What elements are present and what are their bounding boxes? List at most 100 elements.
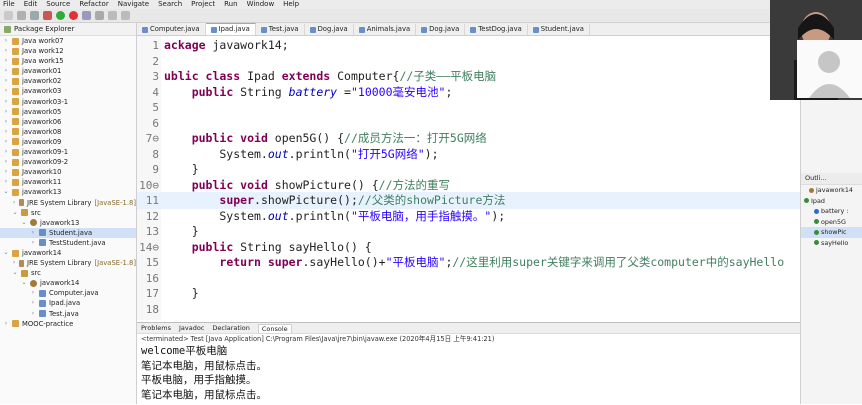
nav-forward-icon[interactable] xyxy=(121,11,130,20)
outline-item[interactable]: showPic xyxy=(801,227,862,238)
expand-arrow-icon[interactable]: ⌄ xyxy=(3,187,9,197)
code-line[interactable]: 4 public String battery ="10000毫安电池"; xyxy=(137,84,800,101)
code-line[interactable]: 16 xyxy=(137,270,800,287)
outline-item[interactable]: Ipad xyxy=(801,196,862,207)
collapse-arrow-icon[interactable]: › xyxy=(3,76,9,86)
panel-tab-declaration[interactable]: Declaration xyxy=(212,324,249,332)
collapse-arrow-icon[interactable]: › xyxy=(3,117,9,127)
outline-item[interactable]: javawork14 xyxy=(801,185,862,196)
tree-item[interactable]: › Java work15 xyxy=(0,56,136,66)
panel-tab-javadoc[interactable]: Javadoc xyxy=(179,324,204,332)
menu-navigate[interactable]: Navigate xyxy=(118,0,149,9)
collapse-arrow-icon[interactable]: › xyxy=(30,288,36,298)
code-line[interactable]: 14⊖ public String sayHello() { xyxy=(137,239,800,256)
panel-tab-console[interactable]: Console xyxy=(257,323,292,333)
collapse-arrow-icon[interactable]: › xyxy=(3,56,9,66)
code-line[interactable]: 18 xyxy=(137,301,800,318)
collapse-arrow-icon[interactable]: › xyxy=(3,157,9,167)
menu-refactor[interactable]: Refactor xyxy=(79,0,108,9)
tree-item[interactable]: › MOOC-practice xyxy=(0,319,136,329)
editor-tab[interactable]: Computer.java xyxy=(137,24,206,35)
tree-item[interactable]: › Java work12 xyxy=(0,46,136,56)
code-line[interactable]: 11 super.showPicture();//父类的showPicture方… xyxy=(137,192,800,209)
tree-item[interactable]: › javawork01 xyxy=(0,66,136,76)
tree-item[interactable]: ⌄ src xyxy=(0,208,136,218)
code-line[interactable]: 8 System.out.println("打开5G网络"); xyxy=(137,146,800,163)
collapse-arrow-icon[interactable]: › xyxy=(3,167,9,177)
run-icon[interactable] xyxy=(56,11,65,20)
tree-item[interactable]: › javawork09-2 xyxy=(0,157,136,167)
editor-tab[interactable]: Animals.java xyxy=(354,24,417,35)
code-editor[interactable]: 1 ackage javawork14; 2 3 ublic class Ipad ex… xyxy=(137,36,800,320)
code-line[interactable]: 3 ublic class Ipad extends Computer{//子类—… xyxy=(137,68,800,85)
menu-run[interactable]: Run xyxy=(224,0,237,9)
outline-item[interactable]: sayHello xyxy=(801,238,862,249)
expand-arrow-icon[interactable]: ⌄ xyxy=(21,278,27,288)
tree-item[interactable]: › Student.java xyxy=(0,227,136,238)
collapse-arrow-icon[interactable]: › xyxy=(3,127,9,137)
menu-project[interactable]: Project xyxy=(191,0,215,9)
menu-help[interactable]: Help xyxy=(283,0,299,9)
tree-item[interactable]: › Javawork10 xyxy=(0,167,136,177)
editor-tab[interactable]: Dog.java xyxy=(305,24,354,35)
expand-arrow-icon[interactable]: ⌄ xyxy=(3,248,9,258)
nav-back-icon[interactable] xyxy=(108,11,117,20)
tree-item[interactable]: › Test.java xyxy=(0,309,136,319)
collapse-arrow-icon[interactable]: › xyxy=(3,137,9,147)
outline-item[interactable]: battery : xyxy=(801,206,862,217)
editor-tab[interactable]: Dog.java xyxy=(416,24,466,35)
tree-item[interactable]: › javawork03 xyxy=(0,86,136,96)
code-line[interactable]: 10⊖ public void showPicture() {//方法的重写 xyxy=(137,177,800,194)
print-icon[interactable] xyxy=(30,11,39,20)
tree-item[interactable]: › Computer.java xyxy=(0,288,136,298)
collapse-arrow-icon[interactable]: › xyxy=(3,177,9,187)
expand-arrow-icon[interactable]: ⌄ xyxy=(12,268,18,278)
tree-item[interactable]: › javawork05 xyxy=(0,107,136,117)
collapse-arrow-icon[interactable]: › xyxy=(3,147,9,157)
outline-item[interactable]: open5G xyxy=(801,217,862,228)
code-line[interactable]: 7⊖ public void open5G() {//成员方法一：打开5G网络 xyxy=(137,130,800,147)
panel-tab-problems[interactable]: Problems xyxy=(141,324,171,332)
code-line[interactable]: 17 } xyxy=(137,285,800,302)
tree-item[interactable]: ⌄ src xyxy=(0,268,136,278)
tree-item[interactable]: ⌄ javawork14 xyxy=(0,248,136,258)
collapse-arrow-icon[interactable]: › xyxy=(12,198,16,208)
tree-item[interactable]: › javawork06 xyxy=(0,117,136,127)
menu-source[interactable]: Source xyxy=(46,0,70,9)
debug-icon[interactable] xyxy=(43,11,52,20)
collapse-arrow-icon[interactable]: › xyxy=(3,36,9,46)
expand-arrow-icon[interactable]: ⌄ xyxy=(21,218,27,228)
collapse-arrow-icon[interactable]: › xyxy=(30,298,36,308)
collapse-arrow-icon[interactable]: › xyxy=(30,238,36,248)
tree-item[interactable]: ⌄ javawork13 xyxy=(0,187,136,197)
tree-item[interactable]: ⌄ javawork14 xyxy=(0,278,136,288)
tree-item[interactable]: › javawork08 xyxy=(0,127,136,137)
menu-edit[interactable]: Edit xyxy=(24,0,38,9)
tree-item[interactable]: ⌄ javawork13 xyxy=(0,218,136,228)
stop-icon[interactable] xyxy=(69,11,78,20)
collapse-arrow-icon[interactable]: › xyxy=(3,319,9,329)
code-line[interactable]: 5 xyxy=(137,99,800,116)
code-line[interactable]: 2 xyxy=(137,53,800,70)
tree-item[interactable]: › Ipad.java xyxy=(0,298,136,308)
editor-tab[interactable]: Student.java xyxy=(528,24,590,35)
code-line[interactable]: 12 System.out.println("平板电脑，用手指触摸。"); xyxy=(137,208,800,225)
code-line[interactable]: 13 } xyxy=(137,223,800,240)
code-line[interactable]: 6 xyxy=(137,115,800,132)
menu-search[interactable]: Search xyxy=(158,0,182,9)
collapse-arrow-icon[interactable]: › xyxy=(12,258,16,268)
tree-item[interactable]: › TestStudent.java xyxy=(0,238,136,248)
collapse-arrow-icon[interactable]: › xyxy=(3,107,9,117)
editor-tab[interactable]: Ipad.java xyxy=(205,23,256,35)
menu-file[interactable]: File xyxy=(3,0,15,9)
tree-item[interactable]: › javawork09 xyxy=(0,137,136,147)
menu-window[interactable]: Window xyxy=(247,0,275,9)
code-line[interactable]: 9 } xyxy=(137,161,800,178)
tree-item[interactable]: › JRE System Library [JavaSE-1.8] xyxy=(0,258,136,268)
tree-item[interactable]: › javawork11 xyxy=(0,177,136,187)
tree-item[interactable]: › Java work07 xyxy=(0,36,136,46)
tree-item[interactable]: › JRE System Library [JavaSE-1.8] xyxy=(0,198,136,208)
collapse-arrow-icon[interactable]: › xyxy=(30,309,36,319)
tree-item[interactable]: › javawork09-1 xyxy=(0,147,136,157)
tree-item[interactable]: › javawork02 xyxy=(0,76,136,86)
